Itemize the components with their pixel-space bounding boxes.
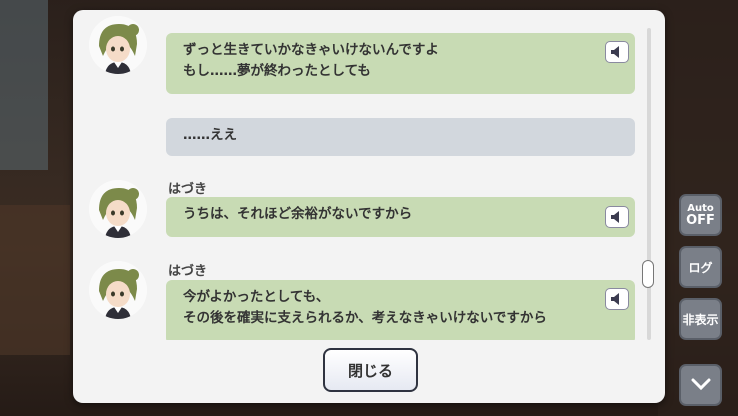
auto-label: Auto [687, 202, 714, 214]
dialogue-bubble: ずっと生きていかなきゃいけないんですよ もし……夢が終わったとしても [166, 33, 635, 94]
auto-toggle-button[interactable]: Auto OFF [679, 194, 722, 236]
voice-replay-button[interactable] [605, 206, 629, 228]
dialogue-bubble: 今がよかったとしても、 その後を確実に支えられるか、考えなきゃいけないですから [166, 280, 635, 340]
auto-state: OFF [686, 212, 715, 228]
hide-ui-button[interactable]: 非表示 [679, 298, 722, 340]
speaker-name: はづき [168, 264, 208, 279]
background-window [0, 0, 48, 170]
voice-replay-button[interactable] [605, 288, 629, 310]
speaker-icon [611, 211, 619, 223]
narration-bubble: ……ええ [166, 118, 635, 156]
advance-button[interactable] [679, 364, 722, 406]
avatar-hazuki [89, 261, 147, 319]
log-button[interactable]: ログ [679, 246, 722, 288]
dialogue-line: もし……夢が終わったとしても [183, 63, 371, 79]
background-shelf [0, 205, 70, 355]
narration-line: ……ええ [183, 127, 237, 143]
close-button[interactable]: 閉じる [323, 348, 418, 392]
log-scroll-area[interactable]: ずっと生きていかなきゃいけないんですよ もし……夢が終わったとしても ……ええ [73, 10, 665, 340]
avatar-hazuki [89, 16, 147, 74]
speaker-icon [611, 46, 619, 58]
chevron-down-icon [691, 378, 710, 391]
log-panel: ずっと生きていかなきゃいけないんですよ もし……夢が終わったとしても ……ええ [73, 10, 665, 403]
dialogue-line: 今がよかったとしても、 [183, 289, 330, 305]
speaker-icon [611, 293, 619, 305]
dialogue-line: うちは、それほど余裕がないですから [183, 206, 413, 222]
avatar-hazuki [89, 180, 147, 238]
scrollbar-track[interactable] [642, 28, 654, 340]
hide-label: 非表示 [682, 312, 719, 327]
log-label: ログ [688, 260, 713, 275]
dialogue-line: その後を確実に支えられるか、考えなきゃいけないですから [183, 310, 547, 326]
dialogue-line: ずっと生きていかなきゃいけないんですよ [183, 42, 439, 58]
dialogue-bubble: うちは、それほど余裕がないですから [166, 197, 635, 237]
speaker-name: はづき [168, 182, 208, 197]
voice-replay-button[interactable] [605, 41, 629, 63]
scrollbar-thumb[interactable] [642, 260, 654, 288]
